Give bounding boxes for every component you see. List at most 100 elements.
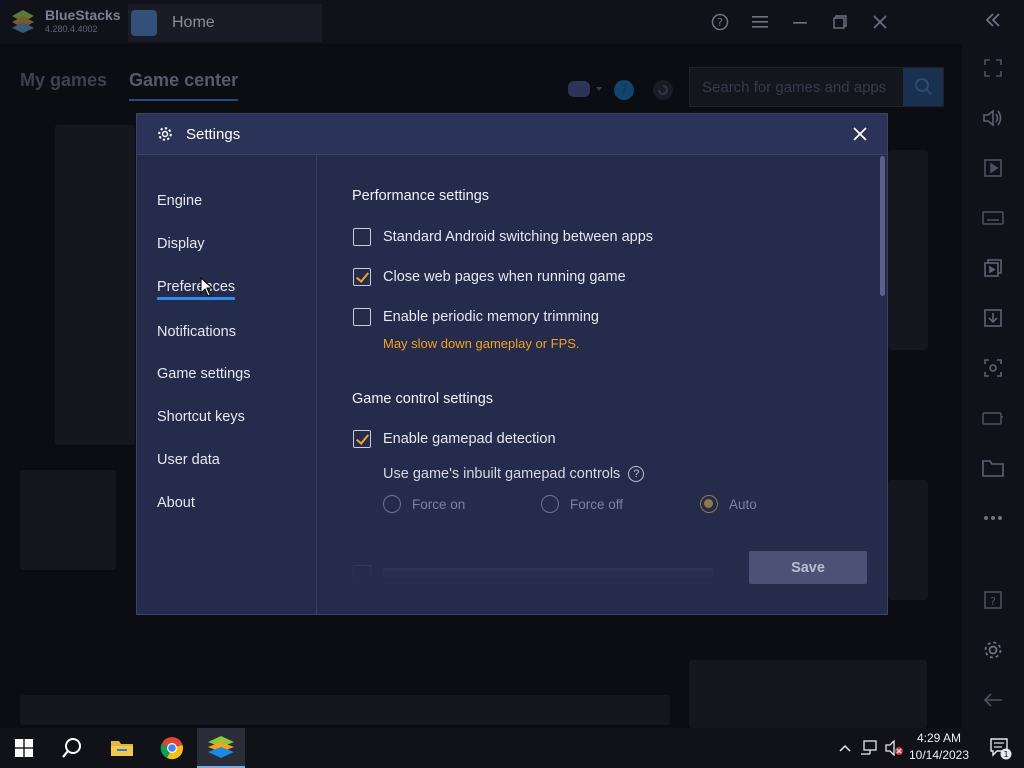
file-explorer-button[interactable] xyxy=(98,728,146,768)
android-switching-checkbox[interactable] xyxy=(353,228,371,246)
option-close-web-pages[interactable]: Close web pages when running game xyxy=(353,268,626,286)
settings-dialog: Settings Engine Display Preferences Noti… xyxy=(136,113,888,615)
close-icon[interactable] xyxy=(851,125,869,143)
close-web-pages-checkbox[interactable] xyxy=(353,268,371,286)
folder-icon[interactable] xyxy=(981,456,1005,480)
background-banner-right xyxy=(888,150,928,350)
multi-instance-icon[interactable] xyxy=(981,256,1005,280)
svg-text:?: ? xyxy=(717,16,723,29)
nav-item-engine[interactable]: Engine xyxy=(157,193,202,209)
back-arrow-icon[interactable] xyxy=(981,688,1005,712)
nav-item-shortcut-keys[interactable]: Shortcut keys xyxy=(157,409,245,425)
gamepad-detection-checkbox[interactable] xyxy=(353,430,371,448)
search-button[interactable] xyxy=(903,68,943,106)
start-button[interactable] xyxy=(0,728,48,768)
game-control-settings-title: Game control settings xyxy=(352,391,494,407)
nav-item-notifications[interactable]: Notifications xyxy=(157,324,236,340)
memory-trimming-checkbox[interactable] xyxy=(353,308,371,326)
background-app-tile xyxy=(20,470,116,570)
restore-icon[interactable] xyxy=(820,2,860,42)
nav-item-game-settings[interactable]: Game settings xyxy=(157,366,251,382)
chrome-icon xyxy=(160,737,183,760)
volume-muted-icon[interactable] xyxy=(884,740,904,756)
help-icon[interactable]: ? xyxy=(700,2,740,42)
option-android-switching[interactable]: Standard Android switching between apps xyxy=(353,228,653,246)
settings-content: Performance settings Standard Android sw… xyxy=(318,155,887,614)
tab-my-games[interactable]: My games xyxy=(20,70,107,101)
app-version: 4.280.4.4002 xyxy=(45,24,98,34)
background-thumbnail xyxy=(689,660,927,728)
tab-game-center[interactable]: Game center xyxy=(129,70,239,101)
force-off-radio[interactable] xyxy=(541,495,559,513)
system-tray xyxy=(838,728,904,768)
clock-time: 4:29 AM xyxy=(916,731,962,745)
nav-item-user-data[interactable]: User data xyxy=(157,452,220,468)
close-web-pages-label: Close web pages when running game xyxy=(383,269,626,285)
notification-icon: 1 xyxy=(990,738,1012,760)
taskbar-search-button[interactable] xyxy=(48,728,96,768)
more-options-icon[interactable] xyxy=(981,506,1005,530)
bluestacks-taskbar-button[interactable] xyxy=(197,728,245,768)
nav-item-preferences[interactable]: Preferences xyxy=(157,279,236,300)
notification-center-button[interactable]: 1 xyxy=(976,728,1024,768)
radio-force-off[interactable]: Force off xyxy=(541,495,623,513)
inbuilt-gamepad-text: Use game's inbuilt gamepad controls xyxy=(383,466,621,482)
title-bar: BlueStacks 4.280.4.4002 Home ? xyxy=(0,0,962,44)
keyboard-icon[interactable] xyxy=(981,206,1005,230)
memory-trimming-label: Enable periodic memory trimming xyxy=(383,309,599,325)
refresh-icon[interactable] xyxy=(652,79,674,101)
settings-nav: Engine Display Preferences Notifications… xyxy=(137,155,317,614)
menu-icon[interactable] xyxy=(740,2,780,42)
taskbar: 4:29 AM 10/14/2023 1 xyxy=(0,728,1024,768)
sidebar-help-icon[interactable]: ? xyxy=(981,588,1005,612)
option-memory-trimming[interactable]: Enable periodic memory trimming xyxy=(353,308,599,326)
auto-radio[interactable] xyxy=(700,495,718,513)
volume-icon[interactable] xyxy=(981,106,1005,130)
auto-label: Auto xyxy=(729,496,757,512)
background-banner xyxy=(55,125,135,445)
scrollbar-thumb[interactable] xyxy=(880,156,885,296)
search-placeholder: Search for games and apps xyxy=(702,79,887,96)
discord-icon[interactable] xyxy=(568,79,604,99)
chevron-up-icon[interactable] xyxy=(838,743,852,753)
home-tab-label: Home xyxy=(172,14,215,31)
nav-item-display[interactable]: Display xyxy=(157,236,205,252)
radio-force-on[interactable]: Force on xyxy=(383,495,465,513)
macro-icon[interactable] xyxy=(981,406,1005,430)
mouse-cursor-icon xyxy=(200,277,214,297)
windows-logo-icon xyxy=(15,739,33,757)
search-bar[interactable]: Search for games and apps xyxy=(689,67,944,107)
minimize-icon[interactable] xyxy=(780,2,820,42)
save-button[interactable]: Save xyxy=(749,551,867,584)
screen-record-icon[interactable] xyxy=(981,156,1005,180)
chrome-button[interactable] xyxy=(148,728,196,768)
collapse-sidebar-icon[interactable] xyxy=(981,8,1005,32)
radio-auto[interactable]: Auto xyxy=(700,495,757,513)
memory-trimming-warning: May slow down gameplay or FPS. xyxy=(383,336,580,351)
svg-text:?: ? xyxy=(621,83,627,97)
settings-gear-icon xyxy=(158,127,172,141)
force-off-label: Force off xyxy=(570,496,624,512)
nav-item-about[interactable]: About xyxy=(157,495,195,511)
inbuilt-gamepad-label: Use game's inbuilt gamepad controls ? xyxy=(383,466,645,482)
taskbar-clock[interactable]: 4:29 AM 10/14/2023 xyxy=(905,731,973,762)
network-icon[interactable] xyxy=(860,740,878,756)
bluestacks-logo-icon xyxy=(12,10,34,33)
settings-gear-icon[interactable] xyxy=(981,638,1005,662)
install-apk-icon[interactable] xyxy=(981,306,1005,330)
home-tab[interactable]: Home xyxy=(128,4,322,42)
help-badge-icon[interactable]: ? xyxy=(613,79,635,101)
force-on-label: Force on xyxy=(412,496,466,512)
screenshot-icon[interactable] xyxy=(981,356,1005,380)
home-tab-icon xyxy=(131,10,157,36)
settings-header: Settings xyxy=(137,114,887,155)
settings-title: Settings xyxy=(186,126,241,143)
force-on-radio[interactable] xyxy=(383,495,401,513)
close-window-icon[interactable] xyxy=(860,2,900,42)
fullscreen-icon[interactable] xyxy=(981,56,1005,80)
svg-text:?: ? xyxy=(990,595,996,608)
question-mark-icon[interactable]: ? xyxy=(628,466,645,482)
app-name: BlueStacks xyxy=(45,7,121,23)
clock-date: 10/14/2023 xyxy=(908,748,970,762)
option-gamepad-detection[interactable]: Enable gamepad detection xyxy=(353,430,556,448)
